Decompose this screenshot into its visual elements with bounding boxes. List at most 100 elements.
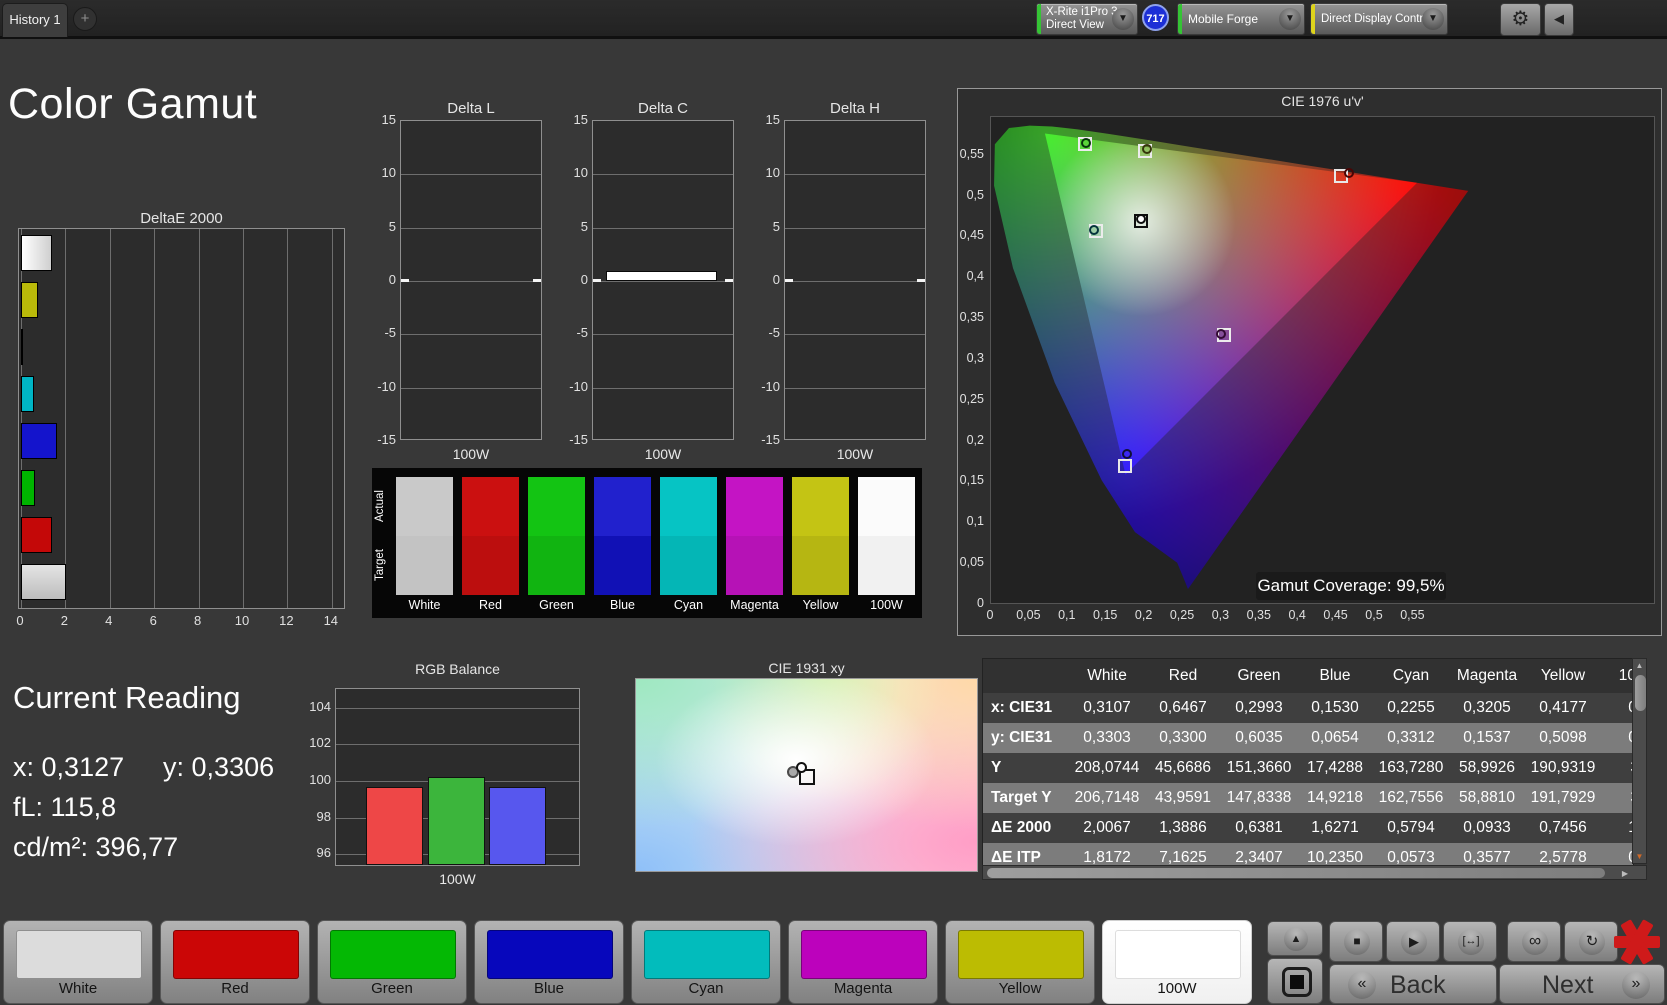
- scroll-right-icon[interactable]: ▶: [1622, 869, 1628, 878]
- settings-button[interactable]: ⚙: [1500, 3, 1541, 36]
- table-cell: 1,3: [1601, 813, 1633, 843]
- grid-line: [287, 229, 289, 608]
- collapse-panel-button[interactable]: ◀: [1544, 3, 1574, 36]
- table-cell: 190,9319: [1525, 753, 1601, 783]
- pattern-button-white[interactable]: White: [3, 920, 153, 1004]
- x-tick-label: 10: [234, 613, 250, 628]
- zero-tick: [593, 279, 601, 282]
- display-name: Direct Display Control: [1321, 13, 1433, 25]
- table-cell: 206,7148: [1069, 783, 1145, 813]
- x-tick-label: 4: [105, 613, 113, 628]
- swatch-label: 100W: [870, 598, 903, 612]
- table-column-header: Magenta: [1449, 659, 1525, 693]
- refresh-button[interactable]: ↻: [1564, 921, 1618, 962]
- table-vertical-scrollbar[interactable]: ▲ ▼: [1632, 658, 1647, 864]
- table-cell: 0,5098: [1525, 723, 1601, 753]
- add-tab-button[interactable]: +: [73, 7, 97, 31]
- swatch-label: Cyan: [673, 598, 704, 612]
- target-swatch-red: [462, 536, 519, 595]
- display-control-dropdown[interactable]: Direct Display Control ▼: [1310, 3, 1448, 35]
- grid-line: [593, 227, 733, 229]
- deltae-bar-red: [21, 517, 52, 553]
- x-tick-label: 0,1: [1058, 608, 1076, 622]
- deltae-bar-100w: [21, 235, 52, 271]
- y-tick-label: -5: [768, 325, 780, 341]
- pattern-button-label: Green: [371, 980, 413, 997]
- table-cell: 0,3: [1601, 723, 1633, 753]
- pattern-window-button[interactable]: [1267, 958, 1323, 1004]
- current-reading-title: Current Reading: [13, 680, 241, 715]
- cie1931-chart: [635, 678, 978, 872]
- table-column-header: White: [1069, 659, 1145, 693]
- grid-line: [593, 174, 733, 176]
- x-tick-label: 0,55: [1400, 608, 1425, 622]
- x-tick-label: 0,4: [1288, 608, 1306, 622]
- x-tick-label: 14: [323, 613, 339, 628]
- next-button[interactable]: Next »: [1499, 964, 1665, 1004]
- table-cell: 0,6467: [1145, 693, 1221, 723]
- pattern-button-blue[interactable]: Blue: [474, 920, 624, 1004]
- x-tick-label: 0,3: [1211, 608, 1230, 622]
- table-horizontal-scrollbar[interactable]: ▶: [982, 865, 1647, 880]
- source-name: Mobile Forge: [1188, 12, 1259, 26]
- y-tick-label: 100: [309, 772, 331, 787]
- pattern-button-100w[interactable]: 100W: [1102, 920, 1252, 1004]
- pattern-button-red[interactable]: Red: [160, 920, 310, 1004]
- table-cell: 17,4288: [1297, 753, 1373, 783]
- table-cell: 163,7280: [1373, 753, 1449, 783]
- table-cell: 0,6035: [1221, 723, 1297, 753]
- meter-mode: Direct View: [1046, 19, 1104, 31]
- y-tick-label: 10: [765, 165, 780, 181]
- scroll-up-icon[interactable]: ▲: [1633, 661, 1646, 670]
- page-title: Color Gamut: [8, 80, 258, 128]
- pattern-swatch: [644, 930, 770, 979]
- continuous-measure-button[interactable]: ∞: [1507, 921, 1561, 962]
- y-tick-label: 15: [381, 112, 396, 127]
- back-button[interactable]: « Back: [1329, 964, 1497, 1004]
- delta_h-chart-title: Delta H: [829, 100, 881, 117]
- cie1976-gamut-diagram: [994, 125, 1469, 590]
- grid-line: [401, 387, 541, 389]
- pattern-swatch: [330, 930, 456, 979]
- delta_l-chart-title: Delta L: [447, 100, 495, 117]
- table-cell: 45,6686: [1145, 753, 1221, 783]
- table-cell: 7,1625: [1145, 843, 1221, 865]
- actual-swatch-red: [462, 477, 519, 536]
- pattern-button-yellow[interactable]: Yellow: [945, 920, 1095, 1004]
- stop-button[interactable]: ■: [1329, 921, 1383, 962]
- pattern-button-green[interactable]: Green: [317, 920, 467, 1004]
- blue-measured-marker: [1122, 448, 1133, 459]
- play-button[interactable]: ▶: [1386, 921, 1440, 962]
- deltae-bar-cyan: [21, 376, 34, 412]
- deltae-bar-blue: [21, 423, 58, 459]
- actual-swatch-100w: [858, 477, 915, 536]
- horizontal-scroll-thumb[interactable]: [987, 868, 1605, 878]
- table-cell: 1,3886: [1145, 813, 1221, 843]
- y-tick-label: 5: [772, 218, 780, 234]
- pattern-button-cyan[interactable]: Cyan: [631, 920, 781, 1004]
- tab-history-1[interactable]: History 1: [2, 3, 68, 37]
- grid-line: [593, 281, 733, 282]
- y-tick-label: -15: [761, 432, 780, 447]
- swatch-label: Blue: [609, 598, 636, 612]
- interval-measure-button[interactable]: [↔]: [1443, 921, 1497, 962]
- scroll-down-icon[interactable]: ▼: [1633, 852, 1646, 861]
- table-row-label: y: CIE31: [983, 723, 1069, 753]
- delta_c-bar: [606, 271, 717, 281]
- vertical-scroll-thumb[interactable]: [1635, 675, 1646, 711]
- pattern-button-magenta[interactable]: Magenta: [788, 920, 938, 1004]
- cyan-measured-marker: [1089, 224, 1100, 235]
- table-row: ΔE 2000 2,0067 1,3886 0,6381 1,6271 0,5794 0,0…: [983, 813, 1633, 843]
- x-tick-label: 2: [60, 613, 68, 628]
- x-tick-label: 12: [279, 613, 294, 628]
- stop-icon: ■: [1344, 929, 1370, 955]
- pattern-button-label: Cyan: [688, 980, 724, 997]
- pattern-source-dropdown[interactable]: Mobile Forge ▼: [1177, 3, 1305, 35]
- delta_h-chart: [784, 120, 926, 440]
- table-cell: 14,9218: [1297, 783, 1373, 813]
- y-tick-label: 0,3: [966, 350, 984, 365]
- pattern-up-button[interactable]: ▲: [1267, 921, 1323, 956]
- chevron-down-icon: ▼: [1279, 8, 1301, 30]
- back-arrows-icon: «: [1348, 971, 1376, 999]
- meter-dropdown[interactable]: X-Rite i1Pro 3 Direct View ▼: [1036, 3, 1138, 35]
